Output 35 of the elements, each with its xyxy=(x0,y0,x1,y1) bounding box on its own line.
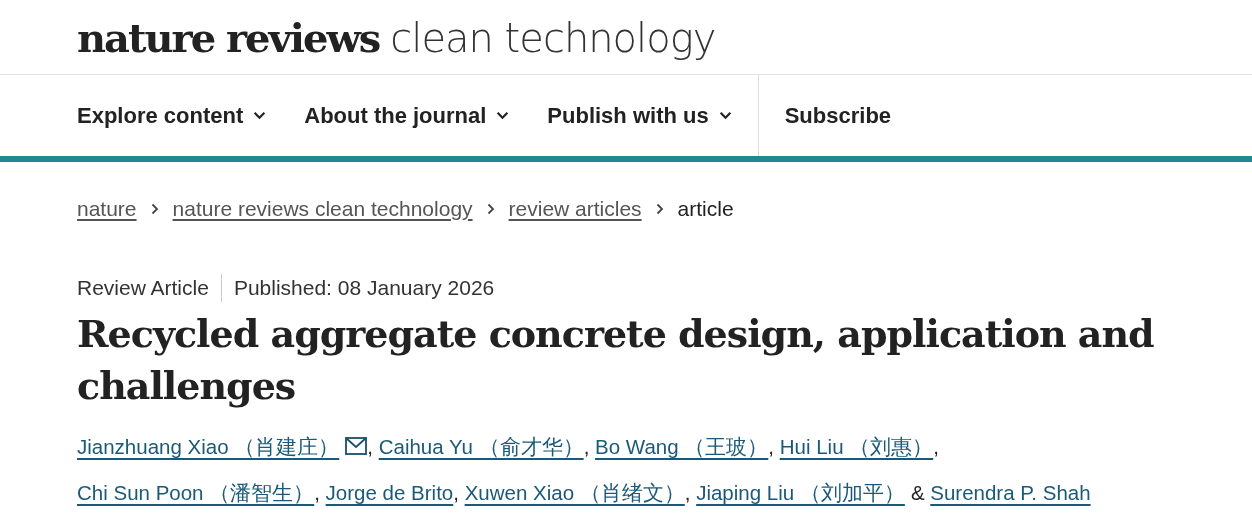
author-link[interactable]: Jiaping Liu （刘加平） xyxy=(696,481,905,504)
breadcrumb-link[interactable]: nature reviews clean technology xyxy=(172,197,473,221)
chevron-down-icon xyxy=(496,111,510,120)
chevron-right-icon xyxy=(486,203,495,215)
author-link[interactable]: Bo Wang （王玻） xyxy=(595,435,769,458)
separator: , xyxy=(314,481,320,504)
author-link[interactable]: Surendra P. Shah xyxy=(930,481,1091,504)
author-link[interactable]: Hui Liu （刘惠） xyxy=(779,435,934,458)
separator: , xyxy=(933,435,939,458)
separator: , xyxy=(453,481,459,504)
separator: , xyxy=(583,435,590,458)
author-link[interactable]: Jianzhuang Xiao （肖建庄） xyxy=(77,435,368,458)
separator: & xyxy=(910,481,925,504)
article-title: Recycled aggregate concrete design, application and challenges xyxy=(77,310,1155,410)
publish-date: Published: 08 January 2026 xyxy=(233,276,495,300)
article-type: Review Article xyxy=(77,276,209,300)
breadcrumb-current: article xyxy=(677,197,734,221)
nav-link[interactable]: Publish with us xyxy=(547,102,732,129)
chevron-down-icon xyxy=(253,111,267,120)
separator: , xyxy=(684,481,691,504)
chevron-down-icon xyxy=(718,111,732,120)
author-link[interactable]: Jorge de Brito xyxy=(325,481,454,504)
chevron-right-icon xyxy=(655,203,664,215)
journal-logo[interactable]: nature reviews clean technology xyxy=(77,12,716,62)
separator: , xyxy=(367,435,373,458)
nav-link[interactable]: About the journal xyxy=(304,102,510,129)
chevron-right-icon xyxy=(150,203,159,215)
author-link[interactable]: Chi Sun Poon （潘智生） xyxy=(77,481,315,504)
breadcrumb-link[interactable]: nature xyxy=(77,197,137,221)
nav-link[interactable]: Explore content xyxy=(77,102,267,129)
breadcrumb-link[interactable]: review articles xyxy=(508,197,642,221)
separator: , xyxy=(768,435,774,458)
email-icon[interactable] xyxy=(345,437,368,455)
author-link[interactable]: Caihua Yu （俞才华） xyxy=(378,435,584,458)
author-link[interactable]: Xuwen Xiao （肖绪文） xyxy=(464,481,685,504)
